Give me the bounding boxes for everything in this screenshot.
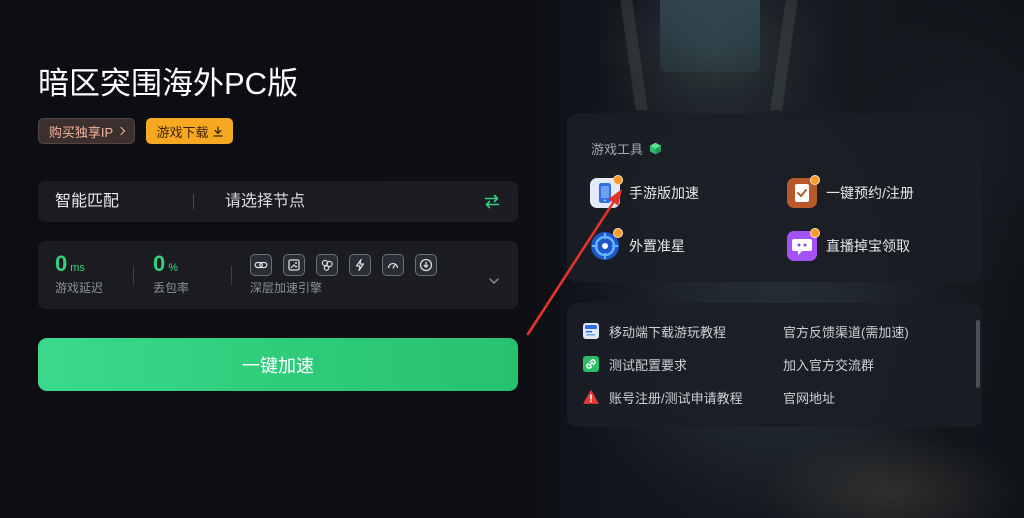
game-download-label: 游戏下载 bbox=[156, 124, 209, 140]
deep-acceleration-engine: 深层加速引擎 bbox=[250, 254, 437, 295]
link-label: 官网地址 bbox=[783, 390, 836, 406]
latency-unit: ms bbox=[70, 262, 85, 274]
buy-exclusive-ip-label: 购买独享IP bbox=[48, 124, 114, 140]
link-icon bbox=[583, 356, 599, 372]
gauge-icon bbox=[382, 254, 404, 276]
link-label: 官方反馈渠道(需加速) bbox=[783, 324, 909, 340]
engine-label: 深层加速引擎 bbox=[250, 281, 323, 295]
tool-label: 手游版加速 bbox=[629, 185, 699, 201]
chevron-right-icon bbox=[116, 126, 126, 136]
badge-icon bbox=[613, 228, 623, 238]
live-gift-icon bbox=[787, 228, 820, 261]
node-selector: 智能匹配 请选择节点 bbox=[38, 181, 518, 222]
badge-icon bbox=[613, 175, 623, 185]
image-icon bbox=[283, 254, 305, 276]
loop-icon bbox=[250, 254, 272, 276]
packet-loss-value: 0 bbox=[153, 251, 166, 276]
badge-icon bbox=[810, 228, 820, 238]
background-squad-art bbox=[760, 430, 1020, 518]
tool-mobile-accelerate[interactable]: 手游版加速 bbox=[590, 175, 699, 208]
game-tools-title: 游戏工具 bbox=[591, 141, 644, 157]
latency-label: 游戏延迟 bbox=[55, 281, 104, 295]
warning-icon bbox=[583, 390, 599, 404]
tool-label: 直播掉宝领取 bbox=[826, 238, 910, 254]
swap-icon[interactable] bbox=[484, 194, 500, 209]
links-scrollbar[interactable] bbox=[976, 320, 980, 388]
one-click-accelerate-button[interactable]: 一键加速 bbox=[38, 338, 518, 391]
link-join-group[interactable]: 加入官方交流群 bbox=[783, 354, 874, 374]
tutorial-icon bbox=[583, 323, 599, 339]
stats-panel: 0 ms 游戏延迟 0 % 丢包率 深层加速引擎 bbox=[38, 241, 518, 309]
badge-icon bbox=[810, 175, 820, 185]
circles-icon bbox=[316, 254, 338, 276]
chevron-down-icon[interactable] bbox=[489, 271, 499, 284]
divider bbox=[231, 266, 232, 285]
engine-icon-row bbox=[250, 254, 437, 276]
game-tools-panel: 游戏工具 手游版加速 一键预约/注册 外置准星 直播掉宝领取 bbox=[567, 113, 982, 282]
bolt-icon bbox=[349, 254, 371, 276]
game-tools-header: 游戏工具 bbox=[591, 139, 662, 157]
link-mobile-tutorial[interactable]: 移动端下载游玩教程 bbox=[583, 321, 726, 341]
download-icon bbox=[212, 125, 223, 137]
packet-loss-unit: % bbox=[168, 262, 179, 274]
tool-crosshair[interactable]: 外置准星 bbox=[590, 228, 685, 261]
latency-value: 0 bbox=[55, 251, 68, 276]
link-official-feedback[interactable]: 官方反馈渠道(需加速) bbox=[783, 321, 909, 341]
link-label: 测试配置要求 bbox=[609, 357, 688, 373]
packet-loss-value-row: 0 % bbox=[153, 252, 189, 276]
link-official-site[interactable]: 官网地址 bbox=[783, 387, 835, 407]
divider bbox=[193, 194, 194, 209]
phone-icon bbox=[590, 175, 623, 208]
download-circle-icon bbox=[415, 254, 437, 276]
swap-icon-graphic bbox=[484, 194, 500, 209]
node-select-dropdown[interactable]: 请选择节点 bbox=[225, 181, 305, 222]
buy-exclusive-ip-button[interactable]: 购买独享IP bbox=[38, 118, 135, 144]
cube-icon bbox=[650, 142, 662, 154]
register-icon bbox=[787, 175, 820, 208]
packet-loss-stat: 0 % 丢包率 bbox=[153, 252, 190, 296]
tool-live-drops[interactable]: 直播掉宝领取 bbox=[787, 228, 910, 261]
link-label: 移动端下载游玩教程 bbox=[609, 324, 727, 340]
crosshair-icon bbox=[590, 228, 623, 261]
latency-value-row: 0 ms bbox=[55, 252, 103, 276]
packet-loss-label: 丢包率 bbox=[153, 281, 190, 295]
tool-label: 外置准星 bbox=[629, 238, 685, 254]
link-test-requirements[interactable]: 测试配置要求 bbox=[583, 354, 687, 374]
links-panel: 移动端下载游玩教程 官方反馈渠道(需加速) 测试配置要求 加入官方交流群 账号注… bbox=[567, 303, 982, 427]
link-label: 加入官方交流群 bbox=[783, 357, 875, 373]
smart-match-option[interactable]: 智能匹配 bbox=[55, 181, 119, 222]
accelerate-label: 一键加速 bbox=[242, 355, 314, 376]
tool-label: 一键预约/注册 bbox=[826, 185, 914, 201]
page-title: 暗区突围海外PC版 bbox=[38, 66, 299, 101]
tool-register[interactable]: 一键预约/注册 bbox=[787, 175, 914, 208]
divider bbox=[133, 266, 134, 285]
latency-stat: 0 ms 游戏延迟 bbox=[55, 252, 104, 296]
link-account-register[interactable]: 账号注册/测试申请教程 bbox=[583, 387, 743, 407]
background-patch-art bbox=[660, 0, 760, 72]
link-label: 账号注册/测试申请教程 bbox=[609, 390, 743, 406]
game-download-button[interactable]: 游戏下载 bbox=[146, 118, 233, 144]
